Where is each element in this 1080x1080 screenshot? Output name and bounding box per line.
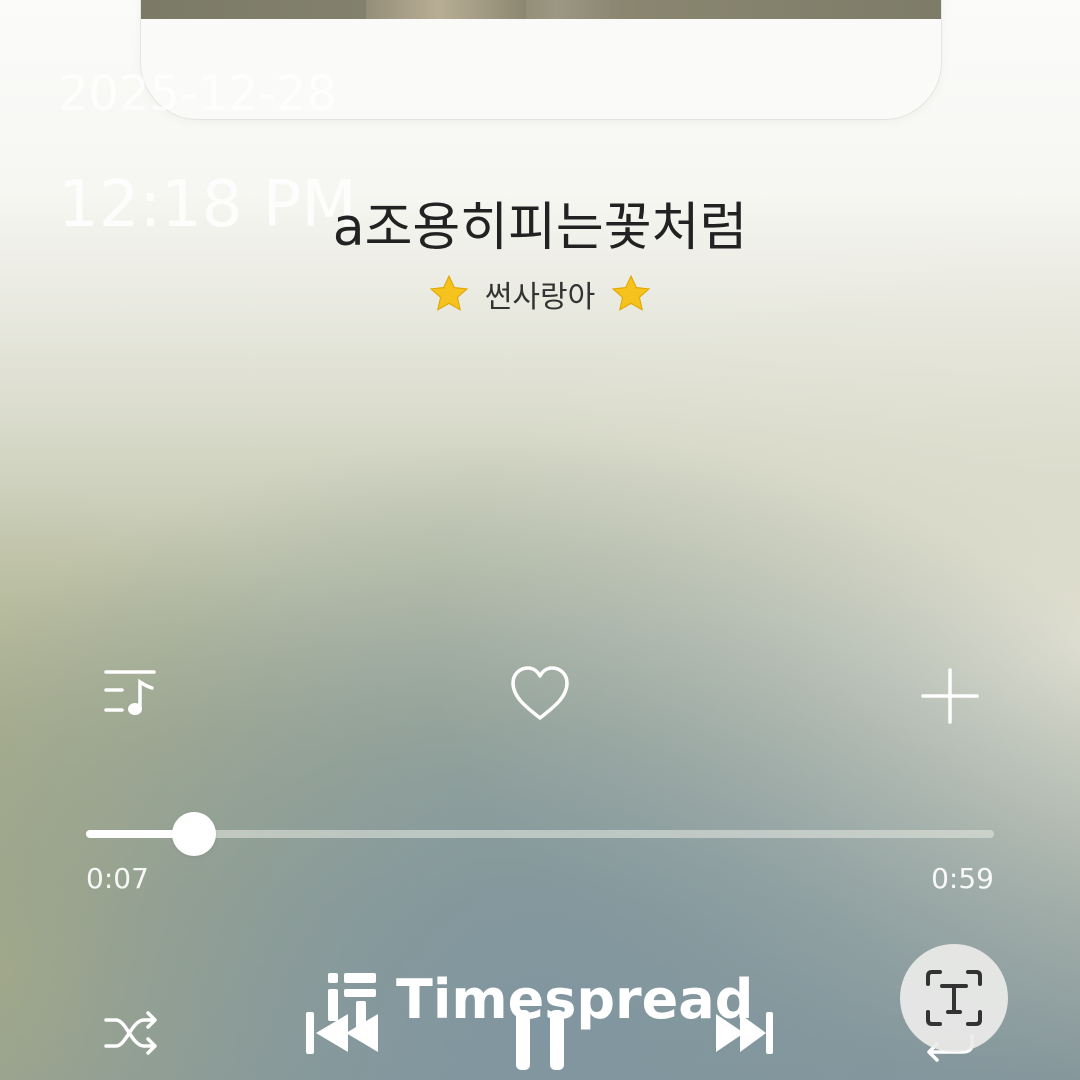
progress-slider[interactable] bbox=[86, 812, 994, 856]
album-art bbox=[141, 0, 941, 19]
shuffle-icon[interactable] bbox=[102, 1008, 160, 1058]
song-title: a조용히피는꽃처럼 bbox=[332, 198, 748, 258]
text-scan-button[interactable] bbox=[900, 944, 1008, 1052]
watermark: Timespread bbox=[326, 968, 753, 1031]
playlist-music-icon[interactable] bbox=[100, 664, 160, 724]
artist-row[interactable]: 썬사랑아 bbox=[0, 272, 1080, 316]
text-recognition-icon bbox=[926, 970, 982, 1026]
heart-outline-icon[interactable] bbox=[508, 664, 572, 724]
total-time: 0:59 bbox=[931, 862, 994, 895]
timespread-logo-icon bbox=[328, 972, 376, 1029]
progress-thumb[interactable] bbox=[171, 812, 216, 856]
current-time: 0:07 bbox=[86, 862, 149, 895]
star-icon bbox=[611, 274, 651, 311]
artist-name: 썬사랑아 bbox=[484, 280, 596, 315]
watermark-text: Timespread bbox=[396, 968, 754, 1031]
star-icon bbox=[429, 274, 469, 311]
overlay-date: 2025-12-28 bbox=[58, 66, 337, 122]
plus-icon[interactable] bbox=[920, 668, 980, 724]
